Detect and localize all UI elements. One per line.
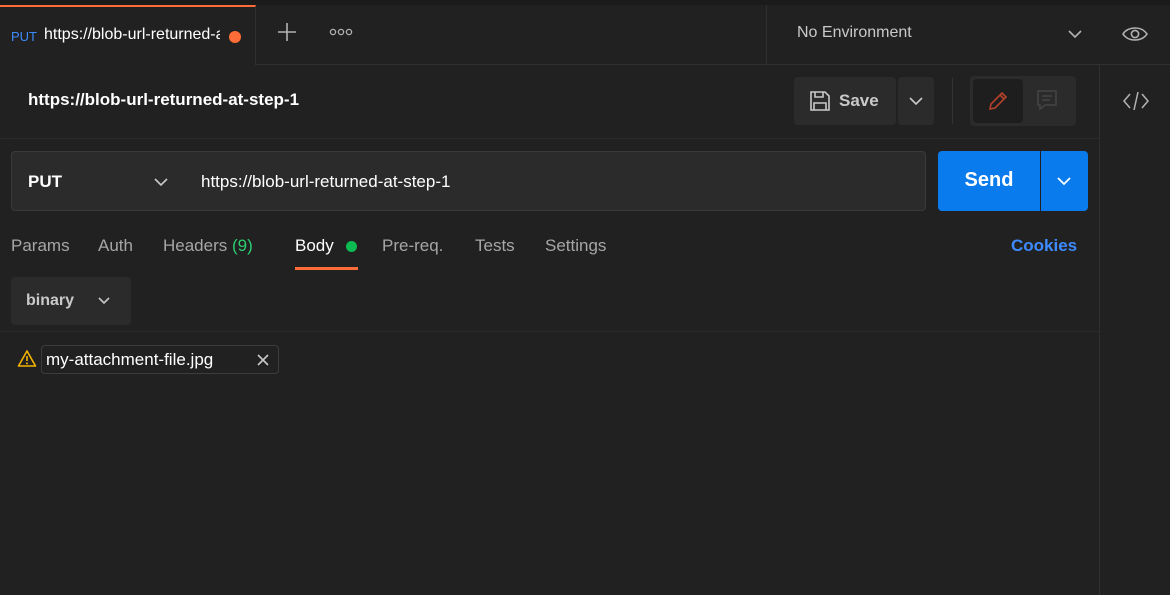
plus-icon[interactable] [274,19,300,45]
file-name: my-attachment-file.jpg [46,350,214,369]
url-input[interactable]: https://blob-url-returned-at-step-1 [185,151,926,211]
active-tab-underline [295,267,358,270]
headers-count: (9) [232,236,253,255]
code-icon[interactable] [1122,90,1150,112]
divider [0,331,1099,332]
tab-auth[interactable]: Auth [98,236,133,256]
tab-headers[interactable]: Headers (9) [163,236,253,256]
save-button[interactable]: Save [794,77,896,125]
tab-params[interactable]: Params [11,236,70,256]
send-button[interactable]: Send [938,151,1040,211]
send-options-button[interactable] [1041,151,1088,211]
tab-prereq[interactable]: Pre-req. [382,236,443,256]
pencil-icon [988,91,1008,111]
request-tab[interactable]: PUT https://blob-url-returned-at-step-1 [0,5,256,65]
send-button-label: Send [964,169,1014,191]
chevron-down-icon[interactable] [1066,25,1084,43]
chevron-down-icon [98,297,110,305]
chevron-down-icon [1057,177,1071,186]
request-title[interactable]: https://blob-url-returned-at-step-1 [28,90,299,110]
cookies-link[interactable]: Cookies [1011,236,1077,256]
body-mode-select[interactable]: binary [11,277,131,325]
tab-tests[interactable]: Tests [475,236,515,256]
tab-headers-label: Headers [163,236,228,255]
save-options-button[interactable] [898,77,934,125]
url-value: https://blob-url-returned-at-step-1 [201,172,451,191]
tab-body[interactable]: Body [295,236,334,256]
comment-icon[interactable] [1035,88,1059,112]
eye-icon[interactable] [1120,21,1150,47]
tab-method-label: PUT [11,29,37,44]
chevron-down-icon [909,97,923,106]
tab-bar: PUT https://blob-url-returned-at-step-1 … [0,5,1170,65]
method-select[interactable]: PUT [11,151,186,211]
unsaved-indicator [229,31,241,43]
view-mode-toggle [970,76,1076,126]
tab-settings[interactable]: Settings [545,236,606,256]
method-label: PUT [28,172,62,191]
floppy-disk-icon [810,91,830,111]
body-mode-label: binary [26,292,75,309]
tab-title: https://blob-url-returned-at-step-1 [44,26,220,43]
divider [0,138,1099,139]
more-dots-icon[interactable] [328,24,354,40]
chevron-down-icon [154,178,168,187]
environment-selector[interactable]: No Environment [797,24,912,42]
environment-divider [766,5,767,65]
warning-icon [17,350,37,367]
close-icon[interactable] [256,353,270,367]
body-indicator-dot [346,241,357,252]
edit-mode-button[interactable] [973,79,1023,123]
save-button-label: Save [839,91,879,110]
right-sidebar [1099,65,1170,595]
file-chip: my-attachment-file.jpg [41,345,279,374]
toolbar-divider [952,78,953,124]
